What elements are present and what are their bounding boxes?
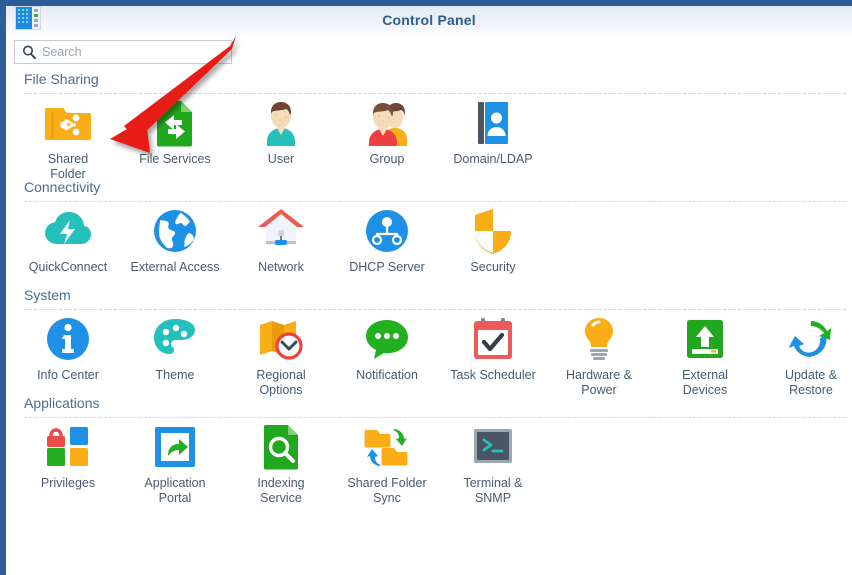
tile-label: Indexing Service [257,476,305,505]
tile-external-devices[interactable]: External Devices [657,310,753,398]
tile-network[interactable]: Network [233,202,329,275]
tile-security[interactable]: Security [445,202,541,275]
search-box[interactable] [14,40,232,64]
section-title: Connectivity [24,179,101,195]
tile-group[interactable]: Group [339,94,435,167]
icon-row: Privileges Application Portal Indexing Ser… [0,418,852,505]
tile-info-center[interactable]: Info Center [20,310,116,383]
theme-icon [127,314,223,364]
window-header: Control Panel [6,6,852,38]
tile-privileges[interactable]: Privileges [20,418,116,491]
privileges-icon [20,422,116,472]
indexing-service-icon [233,422,329,472]
file-services-icon [127,98,223,148]
section-system: System Info Center Theme Regional Options No… [0,286,852,397]
terminal-snmp-icon [445,422,541,472]
tile-label: Application Portal [144,476,206,505]
tile-application-portal[interactable]: Application Portal [127,418,223,506]
tile-label: Info Center [37,368,99,382]
tile-label: QuickConnect [28,260,108,274]
window-top-bar [0,0,852,6]
tile-terminal-snmp[interactable]: Terminal & SNMP [445,418,541,506]
tile-file-services[interactable]: File Services [127,94,223,167]
hardware-power-icon [551,314,647,364]
tile-label: Privileges [40,476,96,490]
search-icon [22,45,36,59]
tile-label: Domain/LDAP [453,152,533,166]
tile-label: File Services [139,152,211,166]
tile-dhcp-server[interactable]: DHCP Server [339,202,435,275]
section-connectivity: Connectivity QuickConnect External Access N… [0,178,852,286]
control-panel-sections: File Sharing Shared Folder File Services Us… [0,70,852,575]
control-panel-window: Control Panel Search File Sharing Shared… [0,0,852,575]
tile-label: Task Scheduler [450,368,536,382]
security-icon [445,206,541,256]
notification-icon [339,314,435,364]
page-title: Control Panel [382,12,476,28]
regional-options-icon [233,314,329,364]
tile-quickconnect[interactable]: QuickConnect [20,202,116,275]
tile-task-scheduler[interactable]: Task Scheduler [445,310,541,383]
tile-label: Security [470,260,516,274]
section-title: System [24,287,71,303]
external-devices-icon [657,314,753,364]
tile-label: User [267,152,295,166]
control-panel-icon [14,5,42,31]
domain-ldap-icon [445,98,541,148]
shared-folder-sync-icon [339,422,435,472]
tile-domain-ldap[interactable]: Domain/LDAP [445,94,541,167]
tile-label: Terminal & SNMP [463,476,523,505]
tile-notification[interactable]: Notification [339,310,435,383]
tile-label: External Access [130,260,220,274]
icon-row: Shared Folder File Services User Group Domai… [0,94,852,181]
tile-label: Shared Folder Sync [347,476,427,505]
icon-row: QuickConnect External Access Network DHCP S… [0,202,852,286]
tile-external-access[interactable]: External Access [127,202,223,275]
tile-theme[interactable]: Theme [127,310,223,383]
section-file-sharing: File Sharing Shared Folder File Services Us… [0,70,852,181]
tile-label: Theme [155,368,195,382]
quickconnect-icon [20,206,116,256]
update-restore-icon [763,314,852,364]
tile-regional-options[interactable]: Regional Options [233,310,329,398]
tile-label: DHCP Server [349,260,425,274]
icon-row: Info Center Theme Regional Options Notifica… [0,310,852,397]
tile-label: Group [369,152,405,166]
tile-shared-folder-sync[interactable]: Shared Folder Sync [339,418,435,506]
dhcp-server-icon [339,206,435,256]
search-input[interactable] [42,45,231,59]
group-icon [339,98,435,148]
section-title: Applications [24,395,100,411]
tile-label: Network [258,260,304,274]
network-icon [233,206,329,256]
info-center-icon [20,314,116,364]
shared-folder-icon [20,98,116,148]
tile-shared-folder[interactable]: Shared Folder [20,94,116,182]
tile-user[interactable]: User [233,94,329,167]
user-icon [233,98,329,148]
task-scheduler-icon [445,314,541,364]
tile-update-restore[interactable]: Update & Restore [763,310,852,398]
external-access-icon [127,206,223,256]
section-title: File Sharing [24,71,99,87]
section-applications: Applications Privileges Application Portal… [0,394,852,505]
tile-label: Notification [356,368,418,382]
tile-hardware-power[interactable]: Hardware & Power [551,310,647,398]
application-portal-icon [127,422,223,472]
tile-indexing-service[interactable]: Indexing Service [233,418,329,506]
window-left-edge [0,0,6,575]
